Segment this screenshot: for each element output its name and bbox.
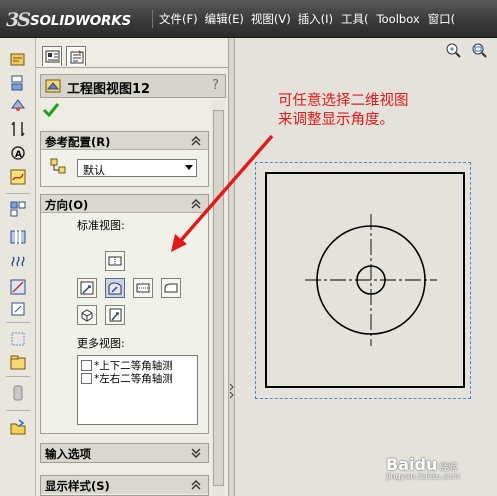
checkbox[interactable] xyxy=(81,373,92,384)
empty-view-icon[interactable] xyxy=(9,330,27,348)
solidworks-logo: 3S SOLIDWORKS xyxy=(6,9,146,31)
open-folder-icon[interactable] xyxy=(9,418,27,436)
panel-tab-strip xyxy=(36,38,229,68)
view-bottom-button[interactable] xyxy=(105,305,125,325)
menu-file[interactable]: 文件(F) xyxy=(159,8,198,30)
orientation-section: 方向(O) 标准视图: 更多视图: *上下二等角轴测 *左右二等角轴测 xyxy=(40,194,209,434)
collapse-chevron-icon[interactable] xyxy=(190,479,203,491)
section-label: 输入选项 xyxy=(45,447,91,461)
view-isometric-button[interactable] xyxy=(77,305,97,325)
menu-toolbox[interactable]: Toolbox xyxy=(377,9,420,29)
projected-view-icon[interactable] xyxy=(9,74,27,92)
section-label: 方向(O) xyxy=(45,198,89,212)
annotation-line-2: 来调整显示角度。 xyxy=(278,112,394,128)
drawing-view-geometry xyxy=(305,214,437,346)
ok-check-icon[interactable] xyxy=(42,102,60,118)
title-bar: 3S SOLIDWORKS 文件(F) 编辑(E) 视图(V) 插入(I) 工具… xyxy=(0,0,497,38)
list-item[interactable]: *左右二等角轴测 xyxy=(81,372,173,385)
svg-text:A: A xyxy=(15,150,22,160)
relative-view-icon[interactable] xyxy=(9,300,27,318)
view-right-button[interactable] xyxy=(133,278,153,298)
property-manager-title: 工程图视图12 ? xyxy=(40,74,226,98)
zoom-to-fit-icon[interactable] xyxy=(446,43,461,58)
model-view-icon[interactable] xyxy=(9,50,27,68)
splitter-grip-icon[interactable] xyxy=(229,378,235,408)
help-icon[interactable]: ? xyxy=(212,78,219,93)
section-view-icon[interactable] xyxy=(9,120,27,138)
break-view-icon[interactable] xyxy=(9,228,27,246)
display-style-section: 显示样式(S) xyxy=(40,475,209,496)
view-front-button[interactable] xyxy=(105,278,125,298)
checkbox[interactable] xyxy=(81,360,92,371)
collapse-chevron-icon[interactable] xyxy=(190,198,203,210)
standard-3-view-icon[interactable] xyxy=(9,200,27,218)
ds-mark: 3S xyxy=(6,9,31,31)
list-item-label: *左右二等角轴测 xyxy=(94,373,173,385)
property-manager-tab[interactable] xyxy=(42,46,62,66)
page-title: 工程图视图12 xyxy=(67,82,151,97)
flat-pattern-view-icon[interactable] xyxy=(9,384,27,402)
section-label: 显示样式(S) xyxy=(45,479,110,493)
auxiliary-view-icon[interactable] xyxy=(9,96,27,114)
scrollbar-thumb[interactable] xyxy=(213,110,224,486)
predefined-view-icon[interactable] xyxy=(9,354,27,372)
reference-config-select[interactable]: 默认 xyxy=(77,159,197,177)
alternate-position-icon[interactable] xyxy=(9,278,27,296)
menu-insert[interactable]: 插入(I) xyxy=(298,8,333,30)
annotation-line-1: 可任意选择二维视图 xyxy=(278,93,409,109)
view-toolbar xyxy=(446,43,487,58)
drawing-view-icon xyxy=(45,79,61,93)
brand-name: SOLIDWORKS xyxy=(30,13,131,29)
section-label: 参考配置(R) xyxy=(45,135,111,149)
expand-chevron-icon[interactable] xyxy=(190,447,203,459)
select-value: 默认 xyxy=(83,164,105,177)
menu-edit[interactable]: 编辑(E) xyxy=(205,8,244,30)
menu-window[interactable]: 窗口( xyxy=(428,8,456,30)
reference-config-section: 参考配置(R) 默认 xyxy=(40,131,209,187)
zoom-area-icon[interactable] xyxy=(472,43,487,58)
configuration-tab[interactable] xyxy=(66,46,86,66)
annotation-text: 可任意选择二维视图 来调整显示角度。 xyxy=(278,92,409,130)
panel-scrollbar[interactable] xyxy=(212,100,225,496)
import-options-header[interactable]: 输入选项 xyxy=(41,444,208,462)
collapse-chevron-icon[interactable] xyxy=(190,135,203,147)
broken-out-section-icon[interactable] xyxy=(9,168,27,186)
view-back-button[interactable] xyxy=(161,278,181,298)
import-options-section: 输入选项 xyxy=(40,443,209,463)
detail-view-icon[interactable]: A xyxy=(9,144,27,162)
menu-bar: 文件(F) 编辑(E) 视图(V) 插入(I) 工具( Toolbox 窗口( xyxy=(150,0,455,38)
view-left-button[interactable] xyxy=(77,278,97,298)
panel-splitter[interactable] xyxy=(229,38,235,496)
left-command-toolbar: A xyxy=(0,38,36,496)
configuration-icon xyxy=(50,158,66,174)
chevron-down-icon xyxy=(185,165,193,170)
menu-tools[interactable]: 工具( xyxy=(341,8,369,30)
property-manager-panel: 工程图视图12 ? 参考配置(R) 默认 方向(O) 标准视图: 更多视图: *… xyxy=(36,38,229,496)
watermark-url: jingyan.baidu.com xyxy=(386,472,460,481)
reference-config-header[interactable]: 参考配置(R) xyxy=(41,132,208,150)
more-views-list: *上下二等角轴测 *左右二等角轴测 xyxy=(77,355,198,425)
orientation-header[interactable]: 方向(O) xyxy=(41,195,208,213)
view-top-button[interactable] xyxy=(105,251,125,271)
menu-view[interactable]: 视图(V) xyxy=(251,8,291,30)
watermark: Baidu 经验 jingyan.baidu.com xyxy=(386,455,460,481)
display-style-header[interactable]: 显示样式(S) xyxy=(41,476,208,494)
crop-view-icon[interactable] xyxy=(9,254,27,272)
standard-views-label: 标准视图: xyxy=(77,219,125,232)
more-views-label: 更多视图: xyxy=(77,337,125,350)
